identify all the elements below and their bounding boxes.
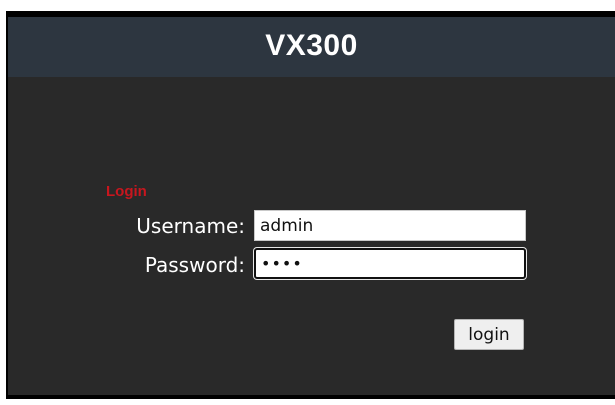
header-bar: VX300 (8, 17, 615, 77)
login-heading: Login (106, 183, 147, 200)
password-label: Password: (144, 253, 245, 277)
app-title: VX300 (265, 29, 358, 62)
login-button[interactable]: login (454, 319, 524, 350)
password-input[interactable] (254, 248, 526, 279)
username-label: Username: (136, 214, 245, 238)
username-input[interactable] (254, 210, 526, 241)
login-window: VX300 Login Username: Password: login (8, 17, 615, 395)
